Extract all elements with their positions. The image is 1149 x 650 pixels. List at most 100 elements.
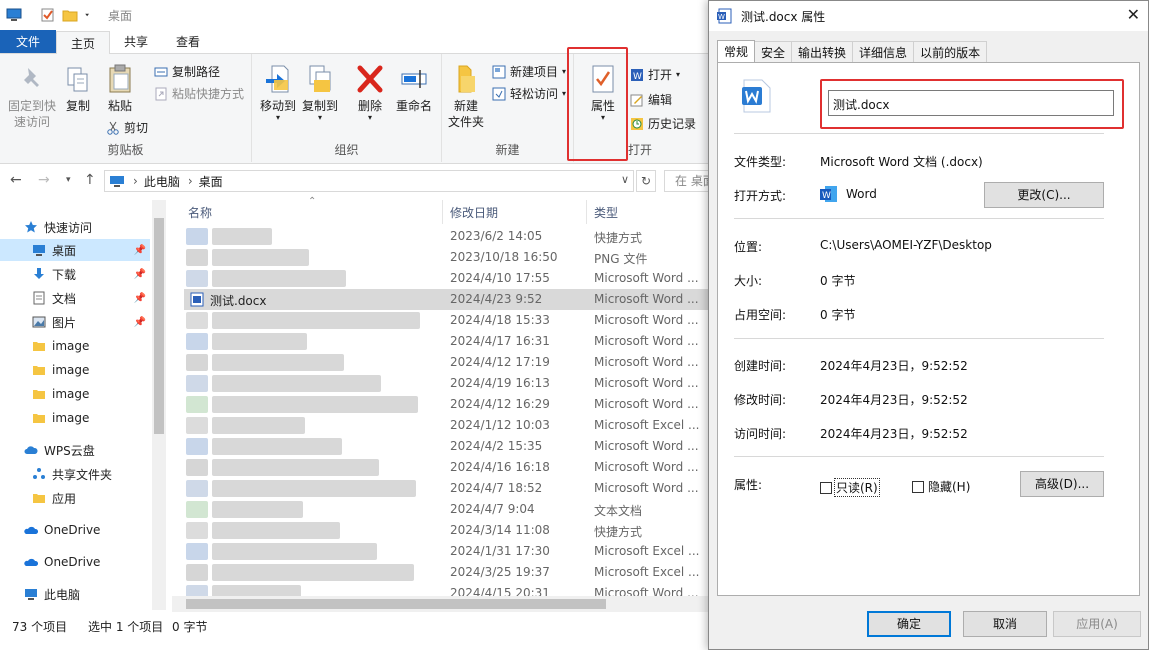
paste-shortcut-button[interactable]: 粘贴快捷方式 [154, 85, 244, 102]
horizontal-scroll-thumb[interactable] [186, 599, 606, 609]
breadcrumb-desktop[interactable]: 桌面 [199, 173, 223, 190]
tab-file[interactable]: 文件 [0, 30, 57, 53]
file-date: 2024/4/7 18:52 [450, 481, 543, 495]
readonly-checkbox-box[interactable] [820, 481, 832, 494]
column-date-header[interactable]: 修改日期 [450, 204, 498, 221]
tab-output-conversion[interactable]: 输出转换 [791, 41, 854, 63]
properties-quick-icon[interactable] [40, 8, 56, 22]
nav-image-folder[interactable]: image [0, 335, 150, 357]
column-separator[interactable] [586, 200, 587, 224]
copy-button[interactable]: 复制 [62, 66, 94, 114]
copy-path-button[interactable]: 复制路径 [154, 63, 220, 80]
copy-path-label: 复制路径 [172, 65, 221, 79]
nav-image-folder[interactable]: image [0, 383, 150, 405]
delete-button[interactable]: 删除 ▾ [352, 64, 388, 122]
file-row[interactable]: 2024/4/12 16:29 Microsoft Word ... [184, 394, 712, 415]
tab-security[interactable]: 安全 [754, 41, 793, 63]
file-date: 2024/4/12 17:19 [450, 355, 550, 369]
apply-button[interactable]: 应用(A) [1053, 611, 1141, 637]
nav-apps[interactable]: 应用 [0, 487, 150, 509]
nav-wps-cloud[interactable]: WPS云盘 [0, 439, 150, 461]
tab-details[interactable]: 详细信息 [852, 41, 915, 63]
nav-shared-folder[interactable]: 共享文件夹 [0, 463, 150, 485]
filename-input[interactable]: 测试.docx [828, 90, 1114, 116]
organize-group-label: 组织 [334, 143, 359, 157]
up-arrow-icon[interactable]: ↑ [84, 172, 96, 188]
nav-image-folder[interactable]: image [0, 407, 150, 429]
tab-share[interactable]: 共享 [110, 30, 162, 53]
nav-quick-access[interactable]: 快速访问 [0, 216, 150, 238]
nav-desktop[interactable]: 桌面 📌 [0, 239, 150, 261]
file-date: 2024/4/2 15:35 [450, 439, 543, 453]
nav-onedrive[interactable]: OneDrive [0, 519, 150, 541]
file-row[interactable]: 2024/3/14 11:08 快捷方式 [184, 520, 712, 541]
file-row[interactable]: 2023/6/2 14:05 快捷方式 [184, 226, 712, 247]
file-type-value: Microsoft Word 文档 (.docx) [820, 155, 983, 169]
pin-quick-access-button[interactable]: 固定到快 速访问 [4, 66, 60, 130]
disk-size-value: 0 字节 [820, 308, 856, 322]
new-item-button[interactable]: 新建项目 ▾ [492, 63, 566, 80]
cut-button[interactable]: 剪切 [106, 119, 148, 136]
tab-previous-versions[interactable]: 以前的版本 [913, 41, 988, 63]
file-row[interactable]: 测试.docx 2024/4/23 9:52 Microsoft Word ... [184, 289, 712, 310]
column-separator[interactable] [442, 200, 443, 224]
copy-to-button[interactable]: 复制到 ▾ [300, 64, 340, 122]
advanced-button[interactable]: 高级(D)... [1020, 471, 1104, 497]
move-to-button[interactable]: 移动到 ▾ [258, 64, 298, 122]
tab-home[interactable]: 主页 [56, 31, 111, 54]
readonly-checkbox[interactable]: 只读(R) [820, 478, 880, 497]
nav-documents[interactable]: 文档 📌 [0, 287, 150, 309]
new-folder-quick-icon[interactable] [62, 8, 78, 22]
nav-scroll-thumb[interactable] [154, 218, 164, 434]
file-row[interactable]: 2024/1/12 10:03 Microsoft Excel ... [184, 415, 712, 436]
file-row[interactable]: 2023/10/18 16:50 PNG 文件 [184, 247, 712, 268]
file-row[interactable]: 2024/4/18 15:33 Microsoft Word ... [184, 310, 712, 331]
close-icon[interactable]: ✕ [1127, 5, 1140, 24]
tab-general[interactable]: 常规 [717, 40, 756, 62]
file-row[interactable]: 2024/4/7 9:04 文本文档 [184, 499, 712, 520]
monitor-icon[interactable] [6, 8, 22, 22]
address-dropdown-icon[interactable]: ∨ [621, 173, 629, 186]
search-input[interactable]: 在 桌面 [664, 170, 712, 192]
file-row[interactable]: 2024/4/17 16:31 Microsoft Word ... [184, 331, 712, 352]
nav-scrollbar[interactable] [152, 200, 166, 610]
column-name-header[interactable]: 名称 [188, 204, 212, 221]
nav-image-folder[interactable]: image [0, 359, 150, 381]
open-button[interactable]: W 打开 ▾ [630, 66, 680, 83]
disk-size-label: 占用空间: [734, 308, 787, 322]
nav-onedrive[interactable]: OneDrive [0, 551, 150, 573]
paste-button[interactable]: 粘贴 [102, 64, 138, 114]
address-bar[interactable]: › 此电脑 › 桌面 ∨ [104, 170, 634, 192]
new-folder-button[interactable]: 新建 文件夹 [446, 64, 486, 130]
recent-dropdown-icon[interactable]: ▾ [66, 175, 71, 185]
refresh-icon[interactable]: ↻ [636, 170, 656, 192]
nav-pictures[interactable]: 图片 📌 [0, 311, 150, 333]
file-row[interactable]: 2024/4/2 15:35 Microsoft Word ... [184, 436, 712, 457]
file-row[interactable]: 2024/4/19 16:13 Microsoft Word ... [184, 373, 712, 394]
file-row[interactable]: 2024/4/16 16:18 Microsoft Word ... [184, 457, 712, 478]
easy-access-button[interactable]: 轻松访问 ▾ [492, 85, 566, 102]
tab-view[interactable]: 查看 [162, 30, 214, 53]
edit-button[interactable]: 编辑 [630, 91, 672, 108]
ok-button[interactable]: 确定 [867, 611, 951, 637]
file-row[interactable]: 2024/4/7 18:52 Microsoft Word ... [184, 478, 712, 499]
rename-button[interactable]: 重命名 [392, 64, 436, 114]
change-button[interactable]: 更改(C)... [984, 182, 1104, 208]
column-type-header[interactable]: 类型 [594, 204, 618, 221]
breadcrumb-this-pc[interactable]: 此电脑 [144, 173, 180, 190]
history-button[interactable]: 历史记录 [630, 115, 696, 132]
qat-dropdown-icon[interactable] [84, 8, 94, 22]
word-icon: W [631, 68, 643, 82]
forward-arrow-icon[interactable]: → [38, 172, 50, 188]
file-row[interactable]: 2024/4/12 17:19 Microsoft Word ... [184, 352, 712, 373]
horizontal-scrollbar[interactable] [172, 596, 712, 612]
hidden-checkbox-box[interactable] [912, 480, 924, 493]
cancel-button[interactable]: 取消 [963, 611, 1047, 637]
file-row[interactable]: 2024/1/31 17:30 Microsoft Excel ... [184, 541, 712, 562]
hidden-checkbox[interactable]: 隐藏(H) [912, 478, 970, 495]
back-arrow-icon[interactable]: ← [10, 172, 22, 188]
nav-this-pc[interactable]: 此电脑 [0, 583, 150, 605]
file-row[interactable]: 2024/4/10 17:55 Microsoft Word ... [184, 268, 712, 289]
nav-downloads[interactable]: 下载 📌 [0, 263, 150, 285]
file-row[interactable]: 2024/3/25 19:37 Microsoft Excel ... [184, 562, 712, 583]
